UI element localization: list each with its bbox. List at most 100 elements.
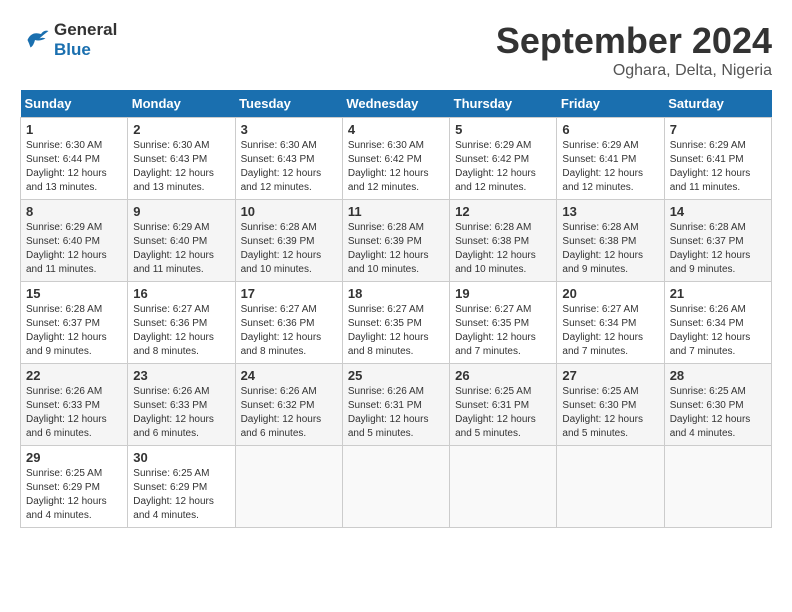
day-number: 29 — [26, 450, 122, 465]
day-number: 25 — [348, 368, 444, 383]
day-info: Sunrise: 6:25 AM Sunset: 6:30 PM Dayligh… — [670, 385, 766, 441]
day-number: 7 — [670, 122, 766, 137]
day-info: Sunrise: 6:28 AM Sunset: 6:39 PM Dayligh… — [348, 221, 444, 277]
day-number: 3 — [241, 122, 337, 137]
day-header-tuesday: Tuesday — [235, 90, 342, 118]
day-info: Sunrise: 6:25 AM Sunset: 6:29 PM Dayligh… — [133, 467, 229, 523]
day-number: 24 — [241, 368, 337, 383]
day-number: 11 — [348, 204, 444, 219]
calendar-cell — [664, 446, 771, 528]
calendar-cell: 2Sunrise: 6:30 AM Sunset: 6:43 PM Daylig… — [128, 118, 235, 200]
day-number: 27 — [562, 368, 658, 383]
calendar-cell: 10 Sunrise: 6:28 AM Sunset: 6:39 PM Dayli… — [235, 200, 342, 282]
day-header-sunday: Sunday — [21, 90, 128, 118]
day-info: Sunrise: 6:29 AM Sunset: 6:40 PM Dayligh… — [133, 221, 229, 277]
week-row-2: 8 Sunrise: 6:29 AM Sunset: 6:40 PM Daylig… — [21, 200, 772, 282]
day-number: 2 — [133, 122, 229, 137]
day-number: 23 — [133, 368, 229, 383]
calendar-cell: 29 Sunrise: 6:25 AM Sunset: 6:29 PM Dayli… — [21, 446, 128, 528]
day-info: Sunrise: 6:27 AM Sunset: 6:36 PM Dayligh… — [241, 303, 337, 359]
day-info: Sunrise: 6:28 AM Sunset: 6:37 PM Dayligh… — [26, 303, 122, 359]
day-info: Sunrise: 6:29 AM Sunset: 6:40 PM Dayligh… — [26, 221, 122, 277]
calendar-cell: 4 Sunrise: 6:30 AM Sunset: 6:42 PM Daylig… — [342, 118, 449, 200]
calendar-cell: 17 Sunrise: 6:27 AM Sunset: 6:36 PM Dayli… — [235, 282, 342, 364]
day-header-saturday: Saturday — [664, 90, 771, 118]
day-number: 30 — [133, 450, 229, 465]
calendar-cell: 9 Sunrise: 6:29 AM Sunset: 6:40 PM Daylig… — [128, 200, 235, 282]
header-row: SundayMondayTuesdayWednesdayThursdayFrid… — [21, 90, 772, 118]
logo-text: General Blue — [54, 20, 117, 61]
day-info: Sunrise: 6:28 AM Sunset: 6:38 PM Dayligh… — [562, 221, 658, 277]
day-number: 17 — [241, 286, 337, 301]
day-info: Sunrise: 6:29 AM Sunset: 6:42 PM Dayligh… — [455, 139, 551, 195]
calendar-cell — [235, 446, 342, 528]
day-number: 28 — [670, 368, 766, 383]
day-info: Sunrise: 6:25 AM Sunset: 6:30 PM Dayligh… — [562, 385, 658, 441]
calendar-cell: 22 Sunrise: 6:26 AM Sunset: 6:33 PM Dayli… — [21, 364, 128, 446]
page-header: General Blue September 2024 Oghara, Delt… — [20, 20, 772, 80]
day-info: Sunrise: 6:30 AM Sunset: 6:42 PM Dayligh… — [348, 139, 444, 195]
week-row-4: 22 Sunrise: 6:26 AM Sunset: 6:33 PM Dayli… — [21, 364, 772, 446]
calendar-cell: 11 Sunrise: 6:28 AM Sunset: 6:39 PM Dayli… — [342, 200, 449, 282]
day-info: Sunrise: 6:26 AM Sunset: 6:34 PM Dayligh… — [670, 303, 766, 359]
day-info: Sunrise: 6:25 AM Sunset: 6:29 PM Dayligh… — [26, 467, 122, 523]
day-number: 22 — [26, 368, 122, 383]
calendar-cell: 7 Sunrise: 6:29 AM Sunset: 6:41 PM Daylig… — [664, 118, 771, 200]
day-header-friday: Friday — [557, 90, 664, 118]
day-info: Sunrise: 6:27 AM Sunset: 6:35 PM Dayligh… — [348, 303, 444, 359]
day-info: Sunrise: 6:26 AM Sunset: 6:31 PM Dayligh… — [348, 385, 444, 441]
day-info: Sunrise: 6:29 AM Sunset: 6:41 PM Dayligh… — [670, 139, 766, 195]
day-number: 6 — [562, 122, 658, 137]
month-title: September 2024 — [496, 20, 772, 62]
day-number: 16 — [133, 286, 229, 301]
day-number: 1 — [26, 122, 122, 137]
day-number: 5 — [455, 122, 551, 137]
day-info: Sunrise: 6:26 AM Sunset: 6:32 PM Dayligh… — [241, 385, 337, 441]
calendar-cell: 18 Sunrise: 6:27 AM Sunset: 6:35 PM Dayli… — [342, 282, 449, 364]
calendar-cell: 14 Sunrise: 6:28 AM Sunset: 6:37 PM Dayli… — [664, 200, 771, 282]
calendar-cell: 16 Sunrise: 6:27 AM Sunset: 6:36 PM Dayli… — [128, 282, 235, 364]
day-number: 13 — [562, 204, 658, 219]
calendar-cell: 1Sunrise: 6:30 AM Sunset: 6:44 PM Daylig… — [21, 118, 128, 200]
calendar-cell: 8 Sunrise: 6:29 AM Sunset: 6:40 PM Daylig… — [21, 200, 128, 282]
day-number: 10 — [241, 204, 337, 219]
calendar-cell: 19 Sunrise: 6:27 AM Sunset: 6:35 PM Dayli… — [450, 282, 557, 364]
day-info: Sunrise: 6:27 AM Sunset: 6:36 PM Dayligh… — [133, 303, 229, 359]
calendar-header: SundayMondayTuesdayWednesdayThursdayFrid… — [21, 90, 772, 118]
calendar-cell: 6 Sunrise: 6:29 AM Sunset: 6:41 PM Daylig… — [557, 118, 664, 200]
day-number: 12 — [455, 204, 551, 219]
day-number: 9 — [133, 204, 229, 219]
calendar-cell — [450, 446, 557, 528]
week-row-1: 1Sunrise: 6:30 AM Sunset: 6:44 PM Daylig… — [21, 118, 772, 200]
day-number: 4 — [348, 122, 444, 137]
day-info: Sunrise: 6:28 AM Sunset: 6:38 PM Dayligh… — [455, 221, 551, 277]
day-info: Sunrise: 6:30 AM Sunset: 6:43 PM Dayligh… — [241, 139, 337, 195]
day-number: 15 — [26, 286, 122, 301]
calendar-cell: 26Sunrise: 6:25 AM Sunset: 6:31 PM Dayli… — [450, 364, 557, 446]
day-info: Sunrise: 6:26 AM Sunset: 6:33 PM Dayligh… — [26, 385, 122, 441]
calendar-cell: 23 Sunrise: 6:26 AM Sunset: 6:33 PM Dayli… — [128, 364, 235, 446]
calendar-cell: 30 Sunrise: 6:25 AM Sunset: 6:29 PM Dayli… — [128, 446, 235, 528]
logo-icon — [20, 25, 50, 55]
calendar-cell: 3 Sunrise: 6:30 AM Sunset: 6:43 PM Daylig… — [235, 118, 342, 200]
day-number: 19 — [455, 286, 551, 301]
week-row-5: 29 Sunrise: 6:25 AM Sunset: 6:29 PM Dayli… — [21, 446, 772, 528]
day-info: Sunrise: 6:29 AM Sunset: 6:41 PM Dayligh… — [562, 139, 658, 195]
title-block: September 2024 Oghara, Delta, Nigeria — [496, 20, 772, 80]
day-info: Sunrise: 6:25 AM Sunset: 6:31 PM Dayligh… — [455, 385, 551, 441]
week-row-3: 15 Sunrise: 6:28 AM Sunset: 6:37 PM Dayli… — [21, 282, 772, 364]
calendar-cell: 24 Sunrise: 6:26 AM Sunset: 6:32 PM Dayli… — [235, 364, 342, 446]
day-info: Sunrise: 6:27 AM Sunset: 6:35 PM Dayligh… — [455, 303, 551, 359]
calendar-cell: 21Sunrise: 6:26 AM Sunset: 6:34 PM Dayli… — [664, 282, 771, 364]
day-info: Sunrise: 6:26 AM Sunset: 6:33 PM Dayligh… — [133, 385, 229, 441]
day-info: Sunrise: 6:28 AM Sunset: 6:37 PM Dayligh… — [670, 221, 766, 277]
day-info: Sunrise: 6:28 AM Sunset: 6:39 PM Dayligh… — [241, 221, 337, 277]
calendar-body: 1Sunrise: 6:30 AM Sunset: 6:44 PM Daylig… — [21, 118, 772, 528]
day-number: 8 — [26, 204, 122, 219]
day-number: 14 — [670, 204, 766, 219]
calendar-table: SundayMondayTuesdayWednesdayThursdayFrid… — [20, 90, 772, 528]
day-number: 18 — [348, 286, 444, 301]
calendar-cell: 27 Sunrise: 6:25 AM Sunset: 6:30 PM Dayli… — [557, 364, 664, 446]
calendar-cell: 12 Sunrise: 6:28 AM Sunset: 6:38 PM Dayli… — [450, 200, 557, 282]
calendar-cell: 15 Sunrise: 6:28 AM Sunset: 6:37 PM Dayli… — [21, 282, 128, 364]
